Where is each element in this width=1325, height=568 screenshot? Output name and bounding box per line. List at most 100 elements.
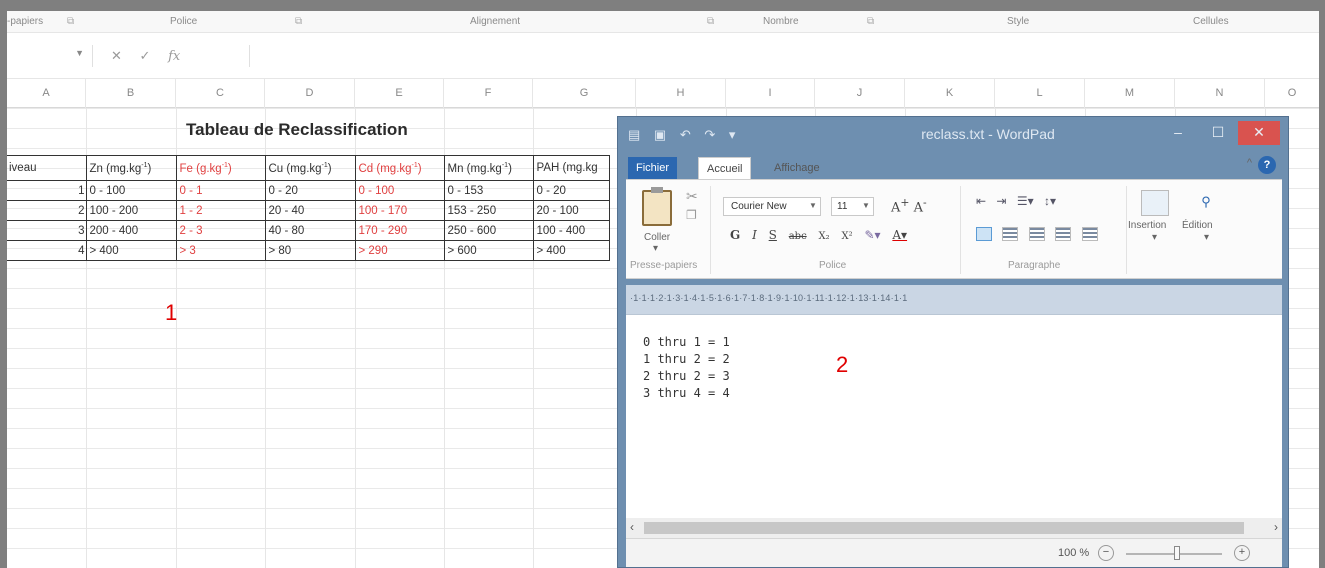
close-button[interactable]: ✕ <box>1238 121 1280 145</box>
scroll-left-icon[interactable]: ‹ <box>630 520 634 534</box>
table-cell[interactable]: 0 - 1 <box>175 180 266 201</box>
dialog-launcher-icon[interactable]: ⧉ <box>707 16 714 27</box>
table-cell[interactable]: 170 - 290 <box>354 220 445 241</box>
zoom-out-button[interactable]: − <box>1098 545 1114 561</box>
close-icon[interactable]: ✕ <box>111 48 122 64</box>
table-cell[interactable]: 100 - 170 <box>354 200 445 221</box>
help-icon[interactable]: ? <box>1258 156 1276 174</box>
column-header-n[interactable]: N <box>1175 79 1265 108</box>
header-cell-fe[interactable]: Fe (g.kg-1) <box>175 155 266 181</box>
table-cell[interactable]: 200 - 400 <box>85 220 177 241</box>
chevron-down-icon[interactable]: ▾ <box>1204 232 1209 243</box>
table-cell[interactable]: 20 - 100 <box>532 200 610 221</box>
table-cell[interactable]: 153 - 250 <box>443 200 534 221</box>
chevron-down-icon[interactable]: ▼ <box>809 201 817 210</box>
tab-home[interactable]: Accueil <box>698 157 752 179</box>
horizontal-scrollbar[interactable]: ‹ › <box>626 518 1282 538</box>
zoom-in-button[interactable]: + <box>1234 545 1250 561</box>
column-header-m[interactable]: M <box>1085 79 1175 108</box>
chevron-down-icon[interactable]: ▾ <box>1152 232 1157 243</box>
name-box[interactable]: ▼ <box>7 45 93 67</box>
superscript-button[interactable]: X² <box>841 231 852 242</box>
tab-view[interactable]: Affichage <box>766 157 828 179</box>
table-cell[interactable]: > 400 <box>85 240 177 261</box>
collapse-ribbon-icon[interactable]: ^ <box>1247 157 1252 169</box>
dialog-launcher-icon[interactable]: ⧉ <box>67 16 74 27</box>
header-cell-cu[interactable]: Cu (mg.kg-1) <box>264 155 356 181</box>
scroll-right-icon[interactable]: › <box>1274 520 1278 534</box>
column-header-o[interactable]: O <box>1265 79 1319 108</box>
chevron-down-icon[interactable]: ▾ <box>653 243 658 254</box>
increase-indent-icon[interactable]: ⇥ <box>996 194 1006 208</box>
paste-button[interactable]: Coller <box>644 232 670 243</box>
italic-button[interactable]: I <box>752 228 757 242</box>
highlight-color-icon[interactable]: ✎▾ <box>864 228 880 242</box>
header-cell-mn[interactable]: Mn (mg.kg-1) <box>443 155 534 181</box>
cut-icon[interactable]: ✂ <box>686 188 698 205</box>
column-header-g[interactable]: G <box>533 79 636 108</box>
edition-button[interactable]: Édition <box>1182 220 1213 231</box>
chevron-down-icon[interactable]: ▼ <box>862 201 870 210</box>
align-right-icon[interactable] <box>1028 227 1045 241</box>
minimize-button[interactable]: – <box>1158 121 1198 145</box>
header-cell-cd[interactable]: Cd (mg.kg-1) <box>354 155 445 181</box>
dialog-launcher-icon[interactable]: ⧉ <box>867 16 874 27</box>
column-header-a[interactable]: A <box>7 79 86 108</box>
column-header-f[interactable]: F <box>444 79 533 108</box>
header-cell-pah[interactable]: PAH (mg.kg <box>532 155 610 181</box>
subscript-button[interactable]: X₂ <box>819 231 830 242</box>
tab-file[interactable]: Fichier <box>628 157 678 179</box>
table-cell[interactable]: 40 - 80 <box>264 220 356 241</box>
table-cell[interactable]: 0 - 153 <box>443 180 534 201</box>
ruler[interactable]: ·1·1·1·2·1·3·1·4·1·5·1·6·1·7·1·8·1·9·1·1… <box>626 285 1282 315</box>
function-icon[interactable]: fx <box>168 49 180 64</box>
table-cell[interactable]: 1 - 2 <box>175 200 266 221</box>
table-cell[interactable]: 0 - 100 <box>354 180 445 201</box>
grow-shrink-font-icons[interactable]: A+ A- <box>891 196 927 215</box>
maximize-button[interactable]: ☐ <box>1198 121 1238 145</box>
align-left-icon[interactable] <box>976 227 992 241</box>
column-header-h[interactable]: H <box>636 79 726 108</box>
column-header-d[interactable]: D <box>265 79 355 108</box>
table-cell[interactable]: 100 - 200 <box>85 200 177 221</box>
font-family-select[interactable]: Courier New <box>723 197 821 216</box>
table-cell[interactable]: 20 - 40 <box>264 200 356 221</box>
paragraph-settings-icon[interactable] <box>1081 227 1098 241</box>
strikethrough-button[interactable]: abc <box>789 231 807 242</box>
table-cell[interactable]: > 3 <box>175 240 266 261</box>
table-cell[interactable]: 4 <box>7 240 87 261</box>
table-cell[interactable]: 0 - 100 <box>85 180 177 201</box>
insert-picture-icon[interactable] <box>1141 190 1169 216</box>
column-header-c[interactable]: C <box>176 79 265 108</box>
insertion-button[interactable]: Insertion <box>1128 220 1166 231</box>
scrollbar-thumb[interactable] <box>644 522 1244 534</box>
table-cell[interactable]: 1 <box>7 180 87 201</box>
header-cell-niveau[interactable]: iveau <box>7 155 87 181</box>
wordpad-title-bar[interactable]: ▤ ▣ ↶ ↷ ▾ reclass.txt - WordPad – ☐ ✕ <box>618 117 1288 153</box>
check-icon[interactable]: ✓ <box>140 48 151 64</box>
header-cell-zn[interactable]: Zn (mg.kg-1) <box>85 155 177 181</box>
font-color-icon[interactable]: A▾ <box>892 228 907 242</box>
zoom-slider-thumb[interactable] <box>1174 546 1180 560</box>
chevron-down-icon[interactable]: ▼ <box>75 48 84 58</box>
column-header-e[interactable]: E <box>355 79 444 108</box>
table-cell[interactable]: 100 - 400 <box>532 220 610 241</box>
column-header-b[interactable]: B <box>86 79 176 108</box>
table-cell[interactable]: > 400 <box>532 240 610 261</box>
column-header-j[interactable]: J <box>815 79 905 108</box>
formula-input[interactable] <box>249 45 1319 67</box>
column-header-i[interactable]: I <box>726 79 815 108</box>
bold-button[interactable]: G <box>730 228 740 242</box>
table-cell[interactable]: > 600 <box>443 240 534 261</box>
table-cell[interactable]: 2 <box>7 200 87 221</box>
underline-button[interactable]: S <box>769 228 777 242</box>
column-header-k[interactable]: K <box>905 79 995 108</box>
table-cell[interactable]: 3 <box>7 220 87 241</box>
document-content[interactable]: 0 thru 1 = 1 1 thru 2 = 2 2 thru 2 = 3 3… <box>643 334 730 402</box>
justify-icon[interactable] <box>1055 227 1072 241</box>
decrease-indent-icon[interactable]: ⇤ <box>976 194 986 208</box>
line-spacing-icon[interactable]: ↕▾ <box>1044 194 1056 208</box>
column-header-l[interactable]: L <box>995 79 1085 108</box>
table-cell[interactable]: 2 - 3 <box>175 220 266 241</box>
table-cell[interactable]: > 290 <box>354 240 445 261</box>
